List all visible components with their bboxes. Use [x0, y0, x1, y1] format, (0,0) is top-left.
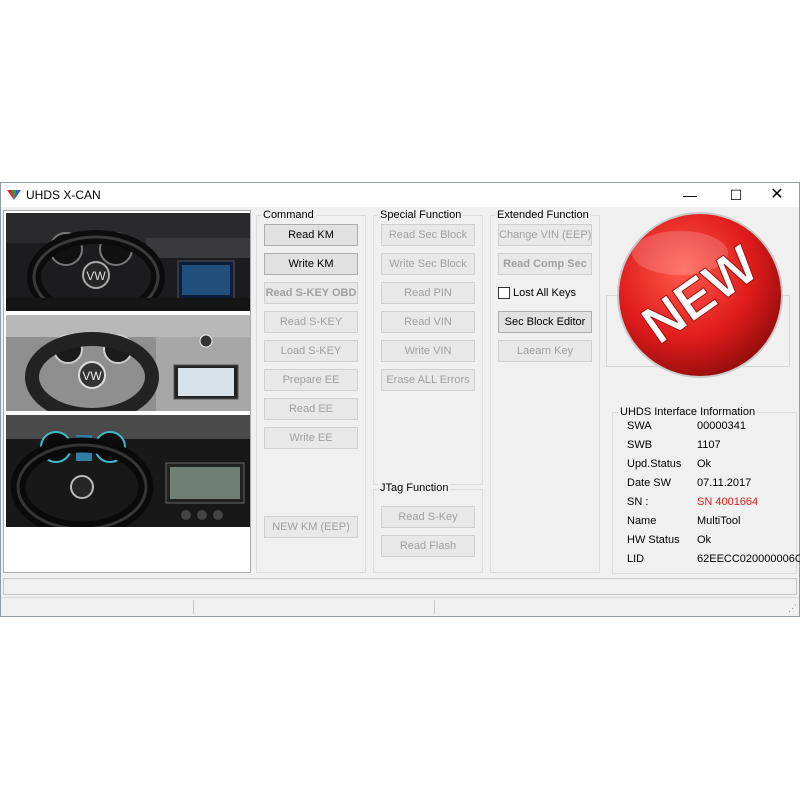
read-ee-button[interactable]: Read EE: [264, 398, 358, 420]
jtag-function-label: JTag Function: [378, 482, 451, 494]
info-row-upd-status: Upd.Status Ok: [627, 458, 712, 470]
info-row-swb: SWB 1107: [627, 439, 721, 451]
sec-block-editor-button[interactable]: Sec Block Editor: [498, 311, 592, 333]
info-row-swa: SWA 00000341: [627, 420, 746, 432]
write-sec-block-button[interactable]: Write Sec Block: [381, 253, 475, 275]
read-km-button[interactable]: Read KM: [264, 224, 358, 246]
command-group-label: Command: [261, 209, 316, 221]
prepare-ee-button[interactable]: Prepare EE: [264, 369, 358, 391]
learn-key-button[interactable]: Laearn Key: [498, 340, 592, 362]
change-vin-eep-button[interactable]: Change VIN (EEP): [498, 224, 592, 246]
special-function-label: Special Function: [378, 209, 464, 221]
read-flash-button[interactable]: Read Flash: [381, 535, 475, 557]
vw-golf-dashboard-image: VW: [6, 213, 250, 311]
jtag-function-group: [373, 489, 483, 573]
extended-function-label: Extended Function: [495, 209, 591, 221]
info-row-hw-status: HW Status Ok: [627, 534, 712, 546]
erase-all-errors-button[interactable]: Erase ALL Errors: [381, 369, 475, 391]
load-s-key-button[interactable]: Load S-KEY: [264, 340, 358, 362]
lost-all-keys-label: Lost All Keys: [513, 287, 576, 299]
read-s-key-obd-button[interactable]: Read S-KEY OBD: [264, 282, 358, 304]
status-pane-2: [194, 600, 435, 614]
write-vin-button[interactable]: Write VIN: [381, 340, 475, 362]
interface-info-panel: SWA 00000341 SWB 1107 Upd.Status Ok Date SW…: [612, 412, 800, 574]
read-sec-block-button[interactable]: Read Sec Block: [381, 224, 475, 246]
vw-passat-dashboard-image: VW: [6, 315, 250, 411]
window-title: UHDS X-CAN: [26, 188, 101, 202]
info-row-lid: LID 62EECC020000006C: [627, 553, 800, 565]
progress-bar: [3, 578, 797, 595]
new-badge-icon: NEW: [617, 212, 783, 378]
jtag-read-s-key-button[interactable]: Read S-Key: [381, 506, 475, 528]
maximize-button[interactable]: ☐: [713, 183, 759, 207]
serial-number-value: SN 4001664: [697, 496, 759, 508]
minimize-button[interactable]: —: [667, 183, 713, 207]
read-vin-button[interactable]: Read VIN: [381, 311, 475, 333]
read-pin-button[interactable]: Read PIN: [381, 282, 475, 304]
resize-grip-icon[interactable]: ⋰: [788, 603, 797, 614]
svg-text:VW: VW: [86, 269, 106, 283]
skoda-dashboard-image: [6, 415, 250, 527]
interface-info-label: UHDS Interface Information: [618, 406, 758, 418]
write-km-button[interactable]: Write KM: [264, 253, 358, 275]
close-button[interactable]: ✕: [754, 183, 800, 207]
write-ee-button[interactable]: Write EE: [264, 427, 358, 449]
status-pane-1: [1, 600, 194, 614]
info-row-name: Name MultiTool: [627, 515, 741, 527]
lost-all-keys-checkbox[interactable]: [498, 287, 510, 299]
app-logo-icon: [7, 190, 21, 200]
info-row-date-sw: Date SW 07.11.2017: [627, 477, 752, 489]
read-s-key-button[interactable]: Read S-KEY: [264, 311, 358, 333]
svg-text:VW: VW: [82, 369, 102, 383]
info-row-sn: SN : SN 4001664: [627, 496, 759, 508]
new-km-eep-button[interactable]: NEW KM (EEP): [264, 516, 358, 538]
title-bar: UHDS X-CAN — ☐ ✕: [1, 183, 799, 207]
status-bar: ⋰: [1, 597, 799, 616]
read-comp-sec-button[interactable]: Read Comp Sec: [498, 253, 592, 275]
vehicle-photos-panel: VW VW: [3, 210, 251, 573]
